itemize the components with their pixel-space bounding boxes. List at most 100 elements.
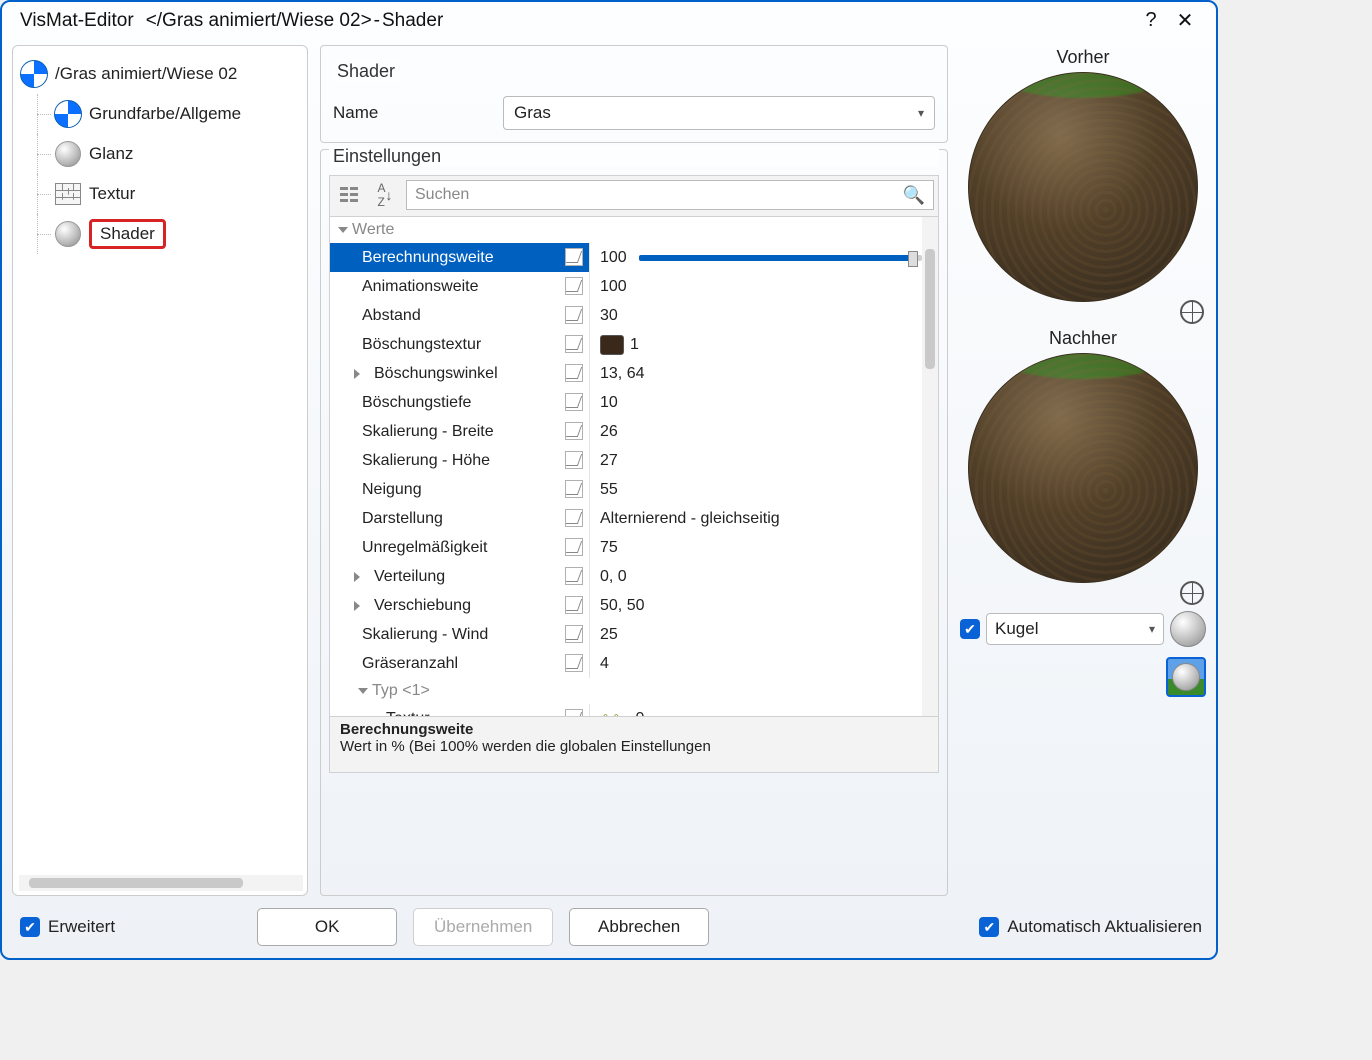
globe-icon[interactable] xyxy=(1180,300,1204,324)
grid-category[interactable]: Werte xyxy=(330,217,922,243)
tree-item-grundfarbe[interactable]: Grundfarbe/Allgeme xyxy=(19,94,303,134)
advanced-label: Erweitert xyxy=(48,917,115,937)
pin-icon[interactable] xyxy=(565,480,583,498)
collapse-icon xyxy=(358,688,368,694)
expand-icon[interactable] xyxy=(354,601,360,611)
value-slider[interactable] xyxy=(639,255,922,261)
help-button[interactable]: ? xyxy=(1134,9,1168,32)
property-row[interactable]: Skalierung - Höhe27 xyxy=(330,446,922,475)
property-name: Verschiebung xyxy=(374,597,471,615)
property-row[interactable]: Neigung55 xyxy=(330,475,922,504)
property-name: Böschungstiefe xyxy=(362,394,471,412)
sphere-icon[interactable] xyxy=(1170,611,1206,647)
property-value: 0, 0 xyxy=(600,568,627,586)
cancel-button[interactable]: Abbrechen xyxy=(569,908,709,946)
pin-icon[interactable] xyxy=(565,567,583,585)
title-section: Shader xyxy=(382,10,443,32)
pin-icon[interactable] xyxy=(565,364,583,382)
property-name: Unregelmäßigkeit xyxy=(362,539,487,557)
property-value: 30 xyxy=(600,307,618,325)
pin-icon[interactable] xyxy=(565,335,583,353)
preview-shape-select[interactable]: Kugel ▾ xyxy=(986,613,1164,645)
pin-icon[interactable] xyxy=(565,625,583,643)
property-row[interactable]: Abstand30 xyxy=(330,301,922,330)
name-label: Name xyxy=(333,103,483,123)
group-title-shader: Shader xyxy=(333,61,399,82)
sphere-gray-icon xyxy=(55,141,81,167)
tree-root[interactable]: /Gras animiert/Wiese 02 xyxy=(19,54,303,94)
property-value: 0 xyxy=(636,710,645,717)
property-value: 75 xyxy=(600,539,618,557)
property-row[interactable]: Skalierung - Wind 25 xyxy=(330,620,922,649)
sphere-blue-icon xyxy=(20,60,48,88)
search-icon: 🔍 xyxy=(903,185,925,206)
settings-search-input[interactable]: Suchen 🔍 xyxy=(406,180,934,210)
property-row[interactable]: Böschungswinkel 13, 64 xyxy=(330,359,922,388)
property-name: Animationsweite xyxy=(362,278,479,296)
titlebar: VisMat-Editor </Gras animiert/Wiese 02> … xyxy=(2,2,1216,41)
pin-icon[interactable] xyxy=(565,422,583,440)
chevron-down-icon: ▾ xyxy=(1149,622,1155,636)
property-name: Darstellung xyxy=(362,510,443,528)
pin-icon[interactable] xyxy=(565,509,583,527)
shape-checkbox[interactable]: ✔ xyxy=(960,619,980,639)
property-row[interactable]: Textur⚘⚘0 xyxy=(330,704,922,716)
property-name: Berechnungsweite xyxy=(362,249,494,267)
tree-item-shader[interactable]: Shader xyxy=(19,214,303,254)
property-row[interactable]: Verschiebung50, 50 xyxy=(330,591,922,620)
tree-item-glanz[interactable]: Glanz xyxy=(19,134,303,174)
property-value: 27 xyxy=(600,452,618,470)
property-name: Skalierung - Wind xyxy=(362,626,488,644)
property-row[interactable]: Darstellung Alternierend - gleichseitig xyxy=(330,504,922,533)
preview-after xyxy=(968,353,1198,583)
property-value: 25 xyxy=(600,626,618,644)
property-row[interactable]: Animationsweite 100 xyxy=(330,272,922,301)
property-name: Skalierung - Breite xyxy=(362,423,494,441)
close-button[interactable]: ✕ xyxy=(1168,8,1202,33)
property-value: 13, 64 xyxy=(600,365,644,383)
property-value: Alternierend - gleichseitig xyxy=(600,510,780,528)
property-row[interactable]: Berechnungsweite 100 xyxy=(330,243,922,272)
shader-name-select[interactable]: Gras ▾ xyxy=(503,96,935,130)
group-title-settings: Einstellungen xyxy=(329,146,939,167)
property-row[interactable]: Skalierung - Breite 26 xyxy=(330,417,922,446)
property-row[interactable]: Gräseranzahl4 xyxy=(330,649,922,678)
property-value: 100 xyxy=(600,249,627,267)
settings-toolbar: AZ↓ Suchen 🔍 xyxy=(329,175,939,217)
expand-icon[interactable] xyxy=(354,572,360,582)
pin-icon[interactable] xyxy=(565,277,583,295)
globe-icon[interactable] xyxy=(1180,581,1204,605)
preview-background-toggle[interactable] xyxy=(1166,657,1206,697)
categorize-icon[interactable] xyxy=(334,180,364,210)
property-row[interactable]: Böschungstextur1 xyxy=(330,330,922,359)
property-value: 26 xyxy=(600,423,618,441)
property-value: 10 xyxy=(600,394,618,412)
texture-swatch[interactable] xyxy=(600,335,624,355)
grid-v-scrollbar[interactable] xyxy=(922,217,938,716)
pin-icon[interactable] xyxy=(565,393,583,411)
property-row[interactable]: Böschungstiefe 10 xyxy=(330,388,922,417)
pin-icon[interactable] xyxy=(565,248,583,266)
property-row[interactable]: Unregelmäßigkeit 75 xyxy=(330,533,922,562)
property-value: 100 xyxy=(600,278,627,296)
property-name: Böschungswinkel xyxy=(374,365,498,383)
sphere-blue-icon xyxy=(54,100,82,128)
pin-icon[interactable] xyxy=(565,654,583,672)
footer: ✔ Erweitert OK Übernehmen Abbrechen ✔ Au… xyxy=(2,900,1216,958)
title-path: </Gras animiert/Wiese 02> xyxy=(146,10,372,32)
tree-item-textur[interactable]: Textur xyxy=(19,174,303,214)
auto-update-checkbox[interactable]: ✔ xyxy=(979,917,999,937)
property-grid[interactable]: WerteBerechnungsweite100Animationsweite1… xyxy=(330,217,922,716)
pin-icon[interactable] xyxy=(565,538,583,556)
pin-icon[interactable] xyxy=(565,451,583,469)
pin-icon[interactable] xyxy=(565,596,583,614)
sort-az-icon[interactable]: AZ↓ xyxy=(370,180,400,210)
ok-button[interactable]: OK xyxy=(257,908,397,946)
pin-icon[interactable] xyxy=(565,709,583,716)
tree-h-scrollbar[interactable] xyxy=(19,875,303,891)
expand-icon[interactable] xyxy=(354,369,360,379)
advanced-checkbox[interactable]: ✔ xyxy=(20,917,40,937)
pin-icon[interactable] xyxy=(565,306,583,324)
property-row[interactable]: Verteilung0, 0 xyxy=(330,562,922,591)
grid-subcategory[interactable]: Typ <1> xyxy=(330,678,922,704)
